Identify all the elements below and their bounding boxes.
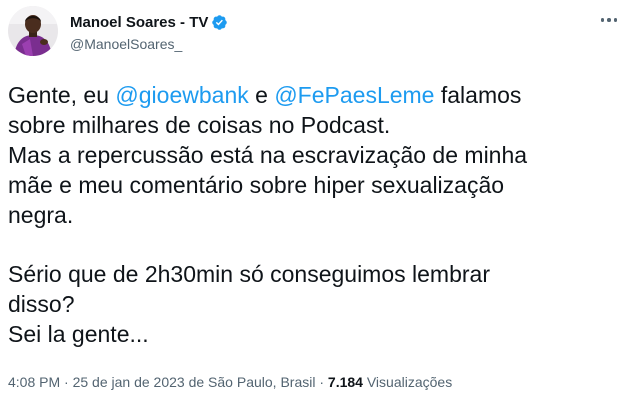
meta-separator: · (60, 374, 73, 390)
verified-badge-icon (211, 14, 228, 31)
tweet-line: sobre milhares de coisas no Podcast. (8, 112, 391, 138)
name-row: Manoel Soares - TV (70, 13, 228, 32)
views-count[interactable]: 7.184 (328, 374, 363, 390)
tweet-line: mãe e meu comentário sobre hiper sexuali… (8, 172, 505, 198)
mention-link[interactable]: @FePaesLeme (274, 82, 434, 108)
tweet-line: Mas a repercussão está na escravização d… (8, 142, 528, 168)
tweet-line: negra. (8, 202, 74, 228)
tweet-meta: 4:08 PM · 25 de jan de 2023 de São Paulo… (8, 374, 452, 390)
author-display-name[interactable]: Manoel Soares - TV (70, 14, 208, 31)
tweet-text-segment: falamos (434, 82, 522, 108)
author-handle[interactable]: @ManoelSoares_ (70, 36, 228, 52)
mention-link[interactable]: @gioewbank (115, 82, 248, 108)
tweet-line: Gente, eu @gioewbank e @FePaesLeme falam… (8, 80, 608, 110)
tweet-text-segment: Gente, eu (8, 82, 116, 108)
dot-icon (613, 18, 618, 22)
more-options-icon[interactable] (599, 10, 619, 30)
avatar[interactable] (8, 6, 58, 56)
tweet-line: disso? (8, 291, 75, 317)
tweet-date[interactable]: 25 de jan de 2023 (73, 374, 185, 390)
dot-icon (600, 18, 605, 22)
dot-icon (607, 18, 611, 22)
tweet-line: Sério que de 2h30min só conseguimos lemb… (8, 261, 490, 287)
tweet-text-segment: e (248, 82, 275, 108)
tweet-line: Sei la gente... (8, 321, 149, 347)
meta-separator: · (315, 374, 328, 390)
views-label: Visualizações (362, 374, 453, 390)
author-block: Manoel Soares - TV @ManoelSoares_ (70, 13, 228, 52)
tweet-card: Manoel Soares - TV @ManoelSoares_ Gente,… (0, 0, 631, 403)
tweet-text: Gente, eu @gioewbank e @FePaesLeme falam… (8, 80, 608, 349)
tweet-location: de São Paulo, Brasil (184, 374, 316, 390)
avatar-image (8, 6, 58, 56)
tweet-time[interactable]: 4:08 PM (8, 374, 60, 390)
